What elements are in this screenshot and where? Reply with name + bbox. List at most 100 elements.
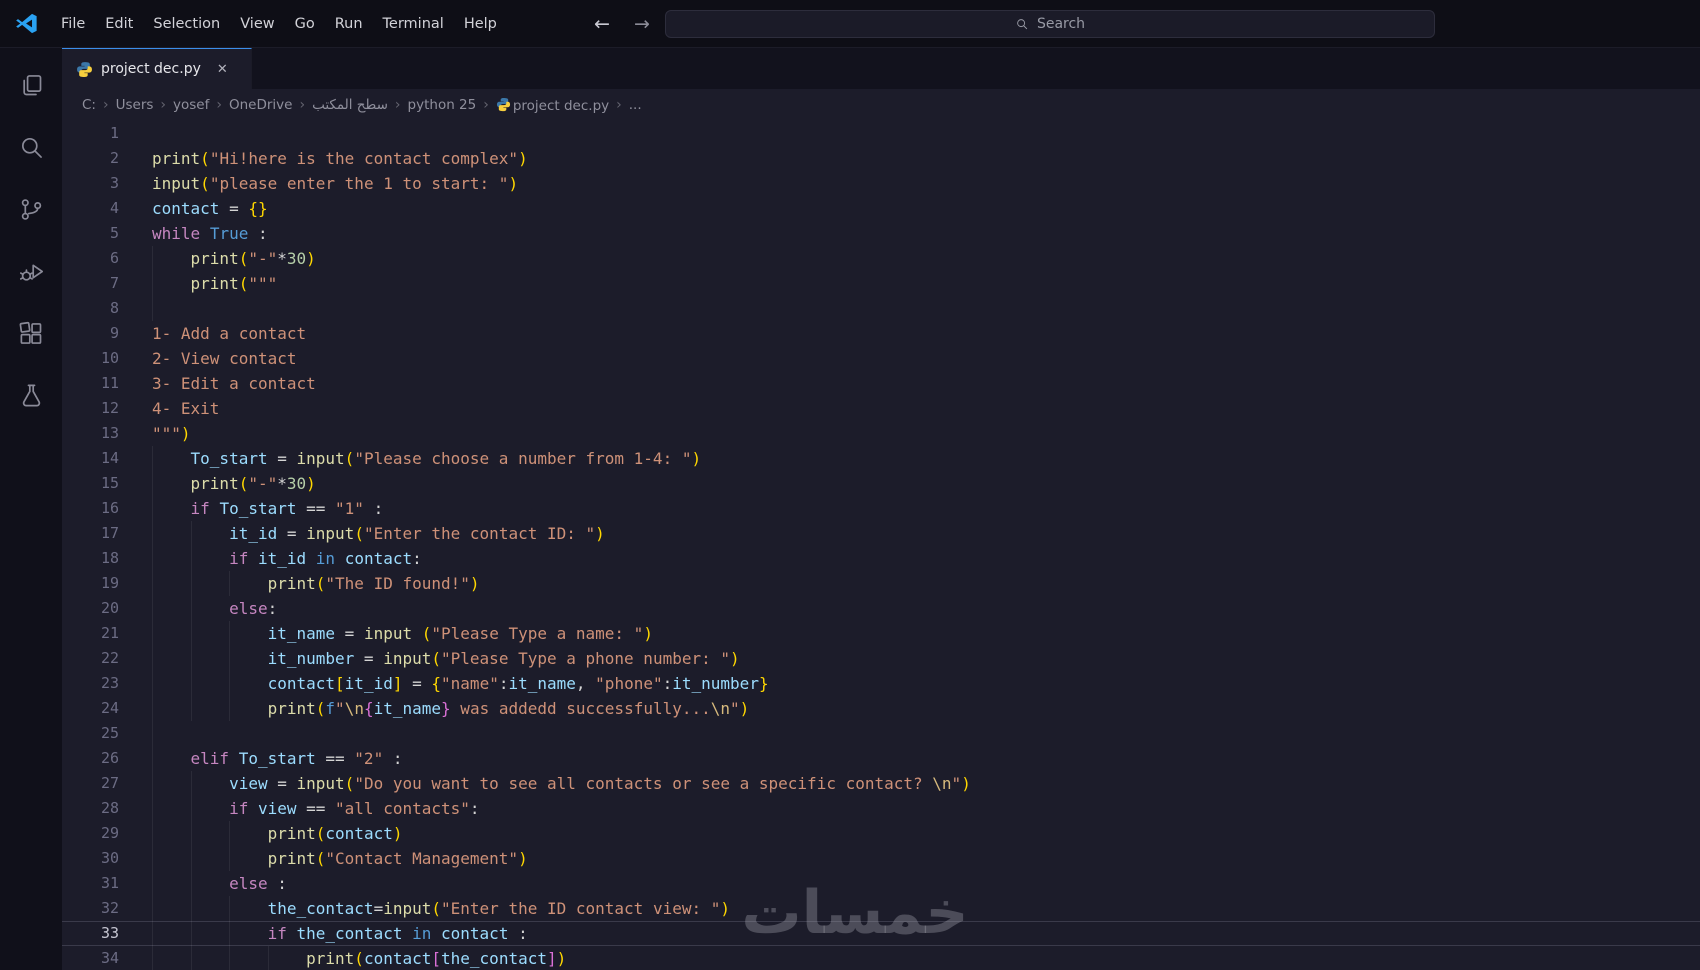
- code-line[interactable]: 16 if To_start == "1" :: [62, 496, 1700, 521]
- line-number[interactable]: 11: [62, 371, 119, 396]
- code-line[interactable]: 14 To_start = input("Please choose a num…: [62, 446, 1700, 471]
- line-number[interactable]: 25: [62, 721, 119, 746]
- line-number[interactable]: 2: [62, 146, 119, 171]
- line-number[interactable]: 21: [62, 621, 119, 646]
- line-number[interactable]: 28: [62, 796, 119, 821]
- command-center-search[interactable]: Search: [665, 10, 1435, 38]
- extensions-icon[interactable]: [0, 302, 62, 364]
- breadcrumb-item[interactable]: OneDrive: [229, 97, 292, 113]
- menu-edit[interactable]: Edit: [95, 10, 143, 38]
- close-icon[interactable]: ✕: [217, 62, 228, 77]
- breadcrumb-item[interactable]: C:: [82, 97, 96, 113]
- line-number[interactable]: 9: [62, 321, 119, 346]
- line-number[interactable]: 10: [62, 346, 119, 371]
- line-number[interactable]: 30: [62, 846, 119, 871]
- back-arrow-icon[interactable]: ←: [590, 13, 614, 35]
- breadcrumb-item[interactable]: yosef: [173, 97, 209, 113]
- code-line[interactable]: 21 it_name = input ("Please Type a name:…: [62, 621, 1700, 646]
- line-number[interactable]: 19: [62, 571, 119, 596]
- line-number[interactable]: 31: [62, 871, 119, 896]
- line-number[interactable]: 20: [62, 596, 119, 621]
- code-line[interactable]: 7 print(""": [62, 271, 1700, 296]
- menu-view[interactable]: View: [230, 10, 284, 38]
- line-number[interactable]: 3: [62, 171, 119, 196]
- breadcrumb-item[interactable]: سطح المكتب: [312, 97, 388, 113]
- code-line[interactable]: 18 if it_id in contact:: [62, 546, 1700, 571]
- line-number[interactable]: 5: [62, 221, 119, 246]
- line-number[interactable]: 27: [62, 771, 119, 796]
- line-number[interactable]: 4: [62, 196, 119, 221]
- code-line[interactable]: 30 print("Contact Management"): [62, 846, 1700, 871]
- line-number[interactable]: 29: [62, 821, 119, 846]
- line-number[interactable]: 14: [62, 446, 119, 471]
- code-line[interactable]: 24 print(f"\n{it_name} was addedd succes…: [62, 696, 1700, 721]
- line-number[interactable]: 32: [62, 896, 119, 921]
- line-number[interactable]: 7: [62, 271, 119, 296]
- code-line[interactable]: 13 """): [62, 421, 1700, 446]
- code-line[interactable]: 1: [62, 121, 1700, 146]
- code-line[interactable]: 5 while True :: [62, 221, 1700, 246]
- line-number[interactable]: 1: [62, 121, 119, 146]
- code-line[interactable]: 15 print("-"*30): [62, 471, 1700, 496]
- line-number[interactable]: 23: [62, 671, 119, 696]
- line-number[interactable]: 34: [62, 946, 119, 970]
- code-editor[interactable]: 1 2 print("Hi!here is the contact complex"…: [62, 121, 1700, 970]
- code-line[interactable]: 2 print("Hi!here is the contact complex"): [62, 146, 1700, 171]
- code-line[interactable]: 22 it_number = input("Please Type a phon…: [62, 646, 1700, 671]
- menu-selection[interactable]: Selection: [143, 10, 230, 38]
- code-line[interactable]: 10 2- View contact: [62, 346, 1700, 371]
- code-line[interactable]: 32 the_contact=input("Enter the ID conta…: [62, 896, 1700, 921]
- code-line[interactable]: 12 4- Exit: [62, 396, 1700, 421]
- code-line[interactable]: 27 view = input("Do you want to see all …: [62, 771, 1700, 796]
- explorer-icon[interactable]: [0, 54, 62, 116]
- line-number[interactable]: 26: [62, 746, 119, 771]
- breadcrumb-item[interactable]: python 25: [408, 97, 477, 113]
- line-number[interactable]: 13: [62, 421, 119, 446]
- code-line[interactable]: 28 if view == "all contacts":: [62, 796, 1700, 821]
- menu-help[interactable]: Help: [454, 10, 507, 38]
- menu-terminal[interactable]: Terminal: [373, 10, 454, 38]
- run-and-debug-icon[interactable]: [0, 240, 62, 302]
- line-number[interactable]: 18: [62, 546, 119, 571]
- code-line[interactable]: 19 print("The ID found!"): [62, 571, 1700, 596]
- forward-arrow-icon[interactable]: →: [630, 13, 654, 35]
- menu-run[interactable]: Run: [325, 10, 373, 38]
- code-line[interactable]: 6 print("-"*30): [62, 246, 1700, 271]
- title-bar: File Edit Selection View Go Run Terminal Help ←…: [0, 0, 1700, 48]
- code-line[interactable]: 20 else:: [62, 596, 1700, 621]
- code-line[interactable]: 4 contact = {}: [62, 196, 1700, 221]
- code-line[interactable]: 9 1- Add a contact: [62, 321, 1700, 346]
- code-line[interactable]: 26 elif To_start == "2" :: [62, 746, 1700, 771]
- code-line[interactable]: 8: [62, 296, 1700, 321]
- search-sidebar-icon[interactable]: [0, 116, 62, 178]
- line-number[interactable]: 22: [62, 646, 119, 671]
- line-number[interactable]: 12: [62, 396, 119, 421]
- code-line[interactable]: 25: [62, 721, 1700, 746]
- testing-icon[interactable]: [0, 364, 62, 426]
- breadcrumb-item[interactable]: project dec.py: [496, 97, 609, 114]
- indent-guide: [152, 746, 153, 771]
- menu-file[interactable]: File: [51, 10, 95, 38]
- code-line[interactable]: 17 it_id = input("Enter the contact ID: …: [62, 521, 1700, 546]
- code-line[interactable]: 31 else :: [62, 871, 1700, 896]
- breadcrumb-item[interactable]: ...: [629, 97, 642, 113]
- source-control-icon[interactable]: [0, 178, 62, 240]
- line-number[interactable]: 24: [62, 696, 119, 721]
- line-number[interactable]: 17: [62, 521, 119, 546]
- code-text: print(""": [190, 274, 278, 293]
- code-line[interactable]: 33 if the_contact in contact :: [62, 921, 1700, 946]
- code-text: else :: [229, 874, 287, 893]
- code-line[interactable]: 34 print(contact[the_contact]): [62, 946, 1700, 970]
- line-number[interactable]: 8: [62, 296, 119, 321]
- code-line[interactable]: 3 input("please enter the 1 to start: "): [62, 171, 1700, 196]
- code-line[interactable]: 29 print(contact): [62, 821, 1700, 846]
- breadcrumb-item[interactable]: Users: [116, 97, 154, 113]
- tab-project-dec-py[interactable]: project dec.py ✕: [62, 48, 252, 89]
- line-number[interactable]: 16: [62, 496, 119, 521]
- menu-go[interactable]: Go: [285, 10, 325, 38]
- code-line[interactable]: 11 3- Edit a contact: [62, 371, 1700, 396]
- line-number[interactable]: 6: [62, 246, 119, 271]
- line-number[interactable]: 15: [62, 471, 119, 496]
- line-number[interactable]: 33: [62, 921, 119, 946]
- code-line[interactable]: 23 contact[it_id] = {"name":it_name, "ph…: [62, 671, 1700, 696]
